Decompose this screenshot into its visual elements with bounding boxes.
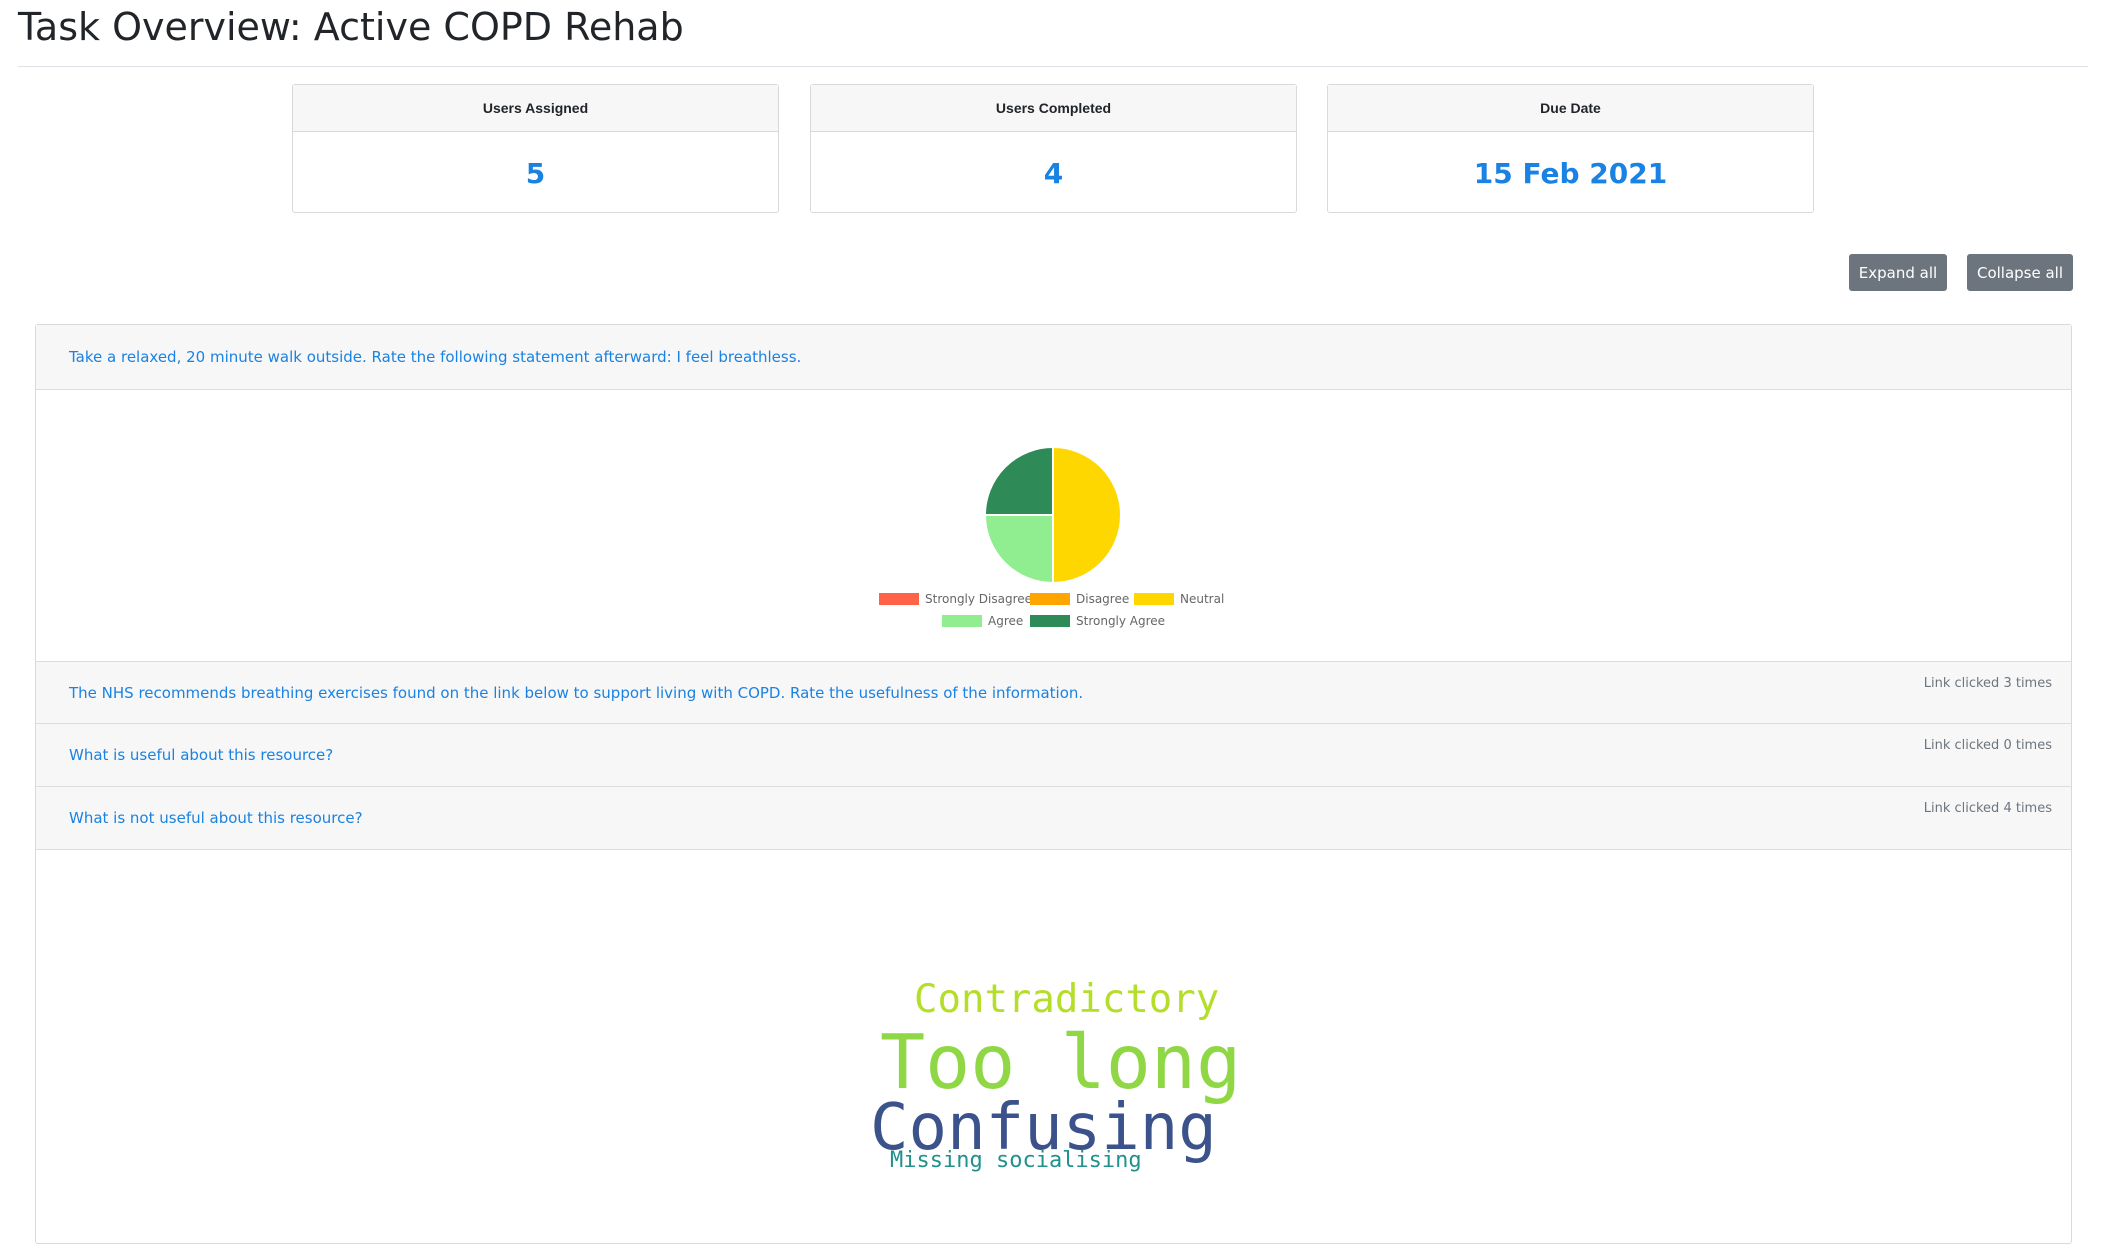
legend-swatch-agree bbox=[942, 615, 982, 627]
legend-strongly-disagree[interactable]: Strongly Disagree bbox=[879, 592, 1032, 606]
question-1-link[interactable]: Take a relaxed, 20 minute walk outside. … bbox=[69, 348, 801, 366]
users-completed-value: 4 bbox=[1043, 156, 1064, 190]
legend-label-neutral: Neutral bbox=[1180, 592, 1225, 606]
word-cloud: Contradictory Too long Confusing Missing… bbox=[36, 850, 2071, 1245]
word-cloud-term-4: Missing socialising bbox=[890, 1148, 1142, 1173]
legend-label-agree: Agree bbox=[988, 614, 1024, 628]
legend-agree[interactable]: Agree bbox=[942, 614, 1023, 628]
legend-neutral[interactable]: Neutral bbox=[1134, 592, 1224, 606]
question-3-link[interactable]: What is useful about this resource? bbox=[69, 746, 333, 764]
due-date-value: 15 Feb 2021 bbox=[1473, 156, 1668, 190]
legend-swatch-neutral bbox=[1134, 593, 1174, 605]
question-row-1[interactable]: Take a relaxed, 20 minute walk outside. … bbox=[36, 325, 2071, 390]
question-2-clicks: Link clicked 3 times bbox=[1923, 676, 2052, 691]
legend-label-strongly-agree: Strongly Agree bbox=[1076, 614, 1166, 628]
word-cloud-term-2: Too long bbox=[880, 1018, 1242, 1106]
users-completed-card: Users Completed 4 bbox=[810, 84, 1297, 213]
legend-strongly-agree[interactable]: Strongly Agree bbox=[1030, 614, 1165, 628]
question-row-4[interactable]: What is not useful about this resource? … bbox=[36, 787, 2071, 850]
pie-slice-neutral[interactable] bbox=[1052, 445, 1122, 585]
users-assigned-value: 5 bbox=[525, 156, 546, 190]
expand-all-button[interactable]: Expand all bbox=[1849, 254, 1947, 291]
legend-label-disagree: Disagree bbox=[1076, 592, 1130, 606]
due-date-card: Due Date 15 Feb 2021 bbox=[1327, 84, 1814, 213]
question-row-2[interactable]: The NHS recommends breathing exercises f… bbox=[36, 661, 2071, 724]
question-2-link[interactable]: The NHS recommends breathing exercises f… bbox=[69, 684, 1083, 702]
question-1-body: Strongly Disagree Disagree Neutral Agree… bbox=[36, 390, 2071, 661]
due-date-label: Due Date bbox=[1328, 85, 1813, 132]
legend-label-strongly-disagree: Strongly Disagree bbox=[925, 592, 1033, 606]
pie-slice-agree[interactable] bbox=[983, 514, 1054, 585]
users-completed-label: Users Completed bbox=[811, 85, 1296, 132]
page-title: Task Overview: Active COPD Rehab bbox=[18, 5, 684, 49]
question-4-clicks: Link clicked 4 times bbox=[1923, 801, 2052, 816]
users-assigned-label: Users Assigned bbox=[293, 85, 778, 132]
question-row-3[interactable]: What is useful about this resource? Link… bbox=[36, 724, 2071, 787]
word-cloud-term-1: Contradictory bbox=[914, 977, 1220, 1022]
collapse-all-button[interactable]: Collapse all bbox=[1967, 254, 2073, 291]
pie-slice-strongly-agree[interactable] bbox=[983, 445, 1054, 516]
question-4-link[interactable]: What is not useful about this resource? bbox=[69, 809, 363, 827]
users-assigned-card: Users Assigned 5 bbox=[292, 84, 779, 213]
title-divider bbox=[18, 66, 2088, 67]
legend-swatch-disagree bbox=[1030, 593, 1070, 605]
legend-swatch-strongly-agree bbox=[1030, 615, 1070, 627]
question-3-clicks: Link clicked 0 times bbox=[1923, 738, 2052, 753]
questions-accordion: Take a relaxed, 20 minute walk outside. … bbox=[35, 324, 2072, 1244]
legend-disagree[interactable]: Disagree bbox=[1030, 592, 1129, 606]
legend-swatch-strongly-disagree bbox=[879, 593, 919, 605]
